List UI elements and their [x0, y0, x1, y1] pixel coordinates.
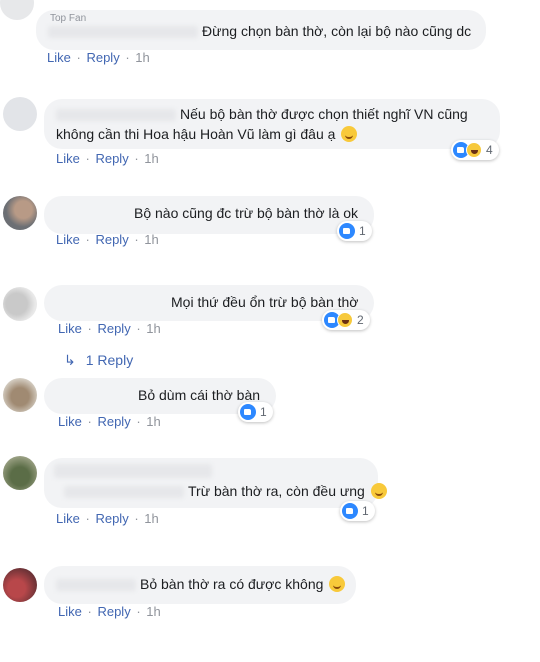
like-icon [240, 404, 256, 420]
timestamp[interactable]: 1h [144, 511, 158, 526]
timestamp[interactable]: 1h [146, 321, 160, 336]
avatar[interactable] [3, 287, 37, 321]
author-name[interactable] [48, 26, 198, 39]
reaction-summary[interactable]: 2 [322, 310, 370, 330]
smiley-emoji-icon [341, 126, 358, 142]
comment-actions: Like · Reply · 1h [58, 414, 161, 429]
comment-actions: Like · Reply · 1h [56, 232, 159, 247]
reaction-summary[interactable]: 1 [337, 221, 372, 241]
haha-icon [466, 142, 482, 158]
timestamp[interactable]: 1h [144, 232, 158, 247]
timestamp[interactable]: 1h [146, 414, 160, 429]
comment-actions: Like · Reply · 1h [58, 321, 161, 336]
avatar[interactable] [3, 97, 37, 131]
comment-text: Mọi thứ đều ổn trừ bộ bàn thờ [171, 294, 359, 310]
reply-link[interactable]: Reply [86, 50, 119, 65]
comment-text: Bỏ dùm cái thờ bàn [138, 387, 261, 403]
like-link[interactable]: Like [56, 511, 80, 526]
comment-actions: Like · Reply · 1h [56, 151, 159, 166]
comment-text: Bộ nào cũng đc trừ bộ bàn thờ là ok [134, 205, 359, 221]
author-name[interactable] [54, 464, 212, 478]
comment-actions: Like · Reply · 1h [47, 50, 150, 65]
reply-link[interactable]: Reply [95, 232, 128, 247]
comment-bubble: Nếu bộ bàn thờ được chọn thiết nghĩ VN c… [44, 99, 500, 149]
author-name[interactable] [56, 579, 136, 592]
smiley-emoji-icon [329, 576, 346, 592]
comment-text: Bỏ bàn thờ ra có được không [140, 576, 324, 592]
comment-text: Đừng chọn bàn thờ, còn lại bộ nào cũng d… [202, 23, 472, 39]
smiley-emoji-icon [370, 483, 387, 499]
reaction-count: 4 [486, 143, 493, 157]
avatar[interactable] [3, 196, 37, 230]
comment-actions: Like · Reply · 1h [56, 511, 159, 526]
reply-arrow-icon: ↳ [64, 352, 76, 368]
comment-text-line-2: không cần thi Hoa hậu Hoàn Vũ làm gì đâu… [56, 126, 336, 142]
comment-actions: Like · Reply · 1h [58, 604, 161, 619]
like-link[interactable]: Like [58, 604, 82, 619]
avatar[interactable] [0, 0, 34, 20]
reaction-count: 1 [362, 504, 369, 518]
like-link[interactable]: Like [58, 321, 82, 336]
reaction-count: 2 [357, 313, 364, 327]
reply-link[interactable]: Reply [95, 511, 128, 526]
like-icon [339, 223, 355, 239]
comment-bubble: Trừ bàn thờ ra, còn đều ưng [44, 458, 387, 508]
like-link[interactable]: Like [47, 50, 71, 65]
haha-icon [337, 312, 353, 328]
avatar[interactable] [3, 568, 37, 602]
like-icon [342, 503, 358, 519]
timestamp[interactable]: 1h [144, 151, 158, 166]
reaction-count: 1 [260, 405, 267, 419]
comment-bubble: Bộ nào cũng đc trừ bộ bàn thờ là ok [44, 196, 374, 234]
view-replies-link[interactable]: ↳ 1 Reply [64, 352, 133, 369]
reply-link[interactable]: Reply [95, 151, 128, 166]
reaction-summary[interactable]: 4 [451, 140, 499, 160]
like-link[interactable]: Like [56, 232, 80, 247]
avatar[interactable] [3, 378, 37, 412]
like-link[interactable]: Like [56, 151, 80, 166]
comment-text: Trừ bàn thờ ra, còn đều ưng [188, 483, 365, 499]
author-name[interactable] [56, 109, 176, 122]
timestamp[interactable]: 1h [135, 50, 149, 65]
top-fan-badge: Top Fan [50, 13, 87, 24]
comment-bubble: Bỏ bàn thờ ra có được không [44, 566, 356, 604]
replies-count: 1 Reply [85, 352, 134, 368]
reaction-count: 1 [359, 224, 366, 238]
like-link[interactable]: Like [58, 414, 82, 429]
reaction-summary[interactable]: 1 [238, 402, 273, 422]
reply-link[interactable]: Reply [97, 414, 130, 429]
comment-text-line-1: Nếu bộ bàn thờ được chọn thiết nghĩ VN c… [180, 106, 468, 122]
avatar[interactable] [3, 456, 37, 490]
author-name-line-2 [64, 486, 184, 499]
reply-link[interactable]: Reply [97, 321, 130, 336]
timestamp[interactable]: 1h [146, 604, 160, 619]
comment-bubble: Top Fan Đừng chọn bàn thờ, còn lại bộ nà… [36, 10, 486, 50]
reply-link[interactable]: Reply [97, 604, 130, 619]
reaction-summary[interactable]: 1 [340, 501, 375, 521]
